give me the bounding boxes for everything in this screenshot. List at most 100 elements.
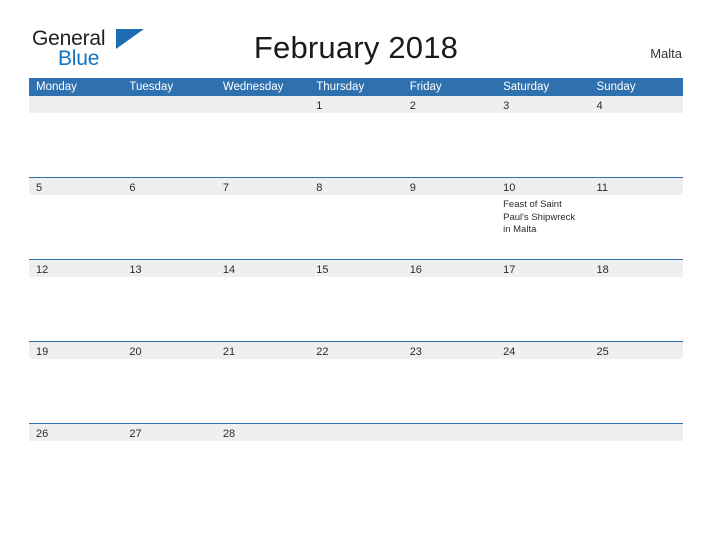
- calendar-week-row: 12 13 14 15 16 17 18: [29, 259, 683, 341]
- weekday-header-row: Monday Tuesday Wednesday Thursday Friday Satu…: [29, 78, 683, 96]
- day-number: 18: [596, 264, 609, 276]
- calendar-week-row: 1 2 3 4: [29, 96, 683, 177]
- day-cell-empty[interactable]: [309, 424, 403, 505]
- calendar-week-row: 26 27 28: [29, 423, 683, 505]
- day-number: 23: [409, 346, 422, 358]
- day-number-band: 19: [29, 342, 123, 359]
- weekday-header-saturday: Saturday: [503, 81, 550, 93]
- day-cell-6[interactable]: 6: [122, 178, 216, 259]
- day-number-band: 20: [122, 342, 216, 359]
- day-cell-empty[interactable]: [402, 424, 497, 505]
- day-number: 28: [222, 428, 236, 440]
- day-number: 11: [596, 182, 608, 194]
- day-cell-13[interactable]: 13: [122, 260, 216, 341]
- day-number: 2: [409, 100, 416, 112]
- day-cell-24[interactable]: 24: [496, 342, 590, 423]
- calendar-page: General Blue February 2018 Malta Monday T…: [0, 0, 712, 550]
- calendar-grid: Monday Tuesday Wednesday Thursday Friday Satu…: [29, 78, 683, 505]
- day-cell-2[interactable]: 2: [402, 96, 497, 177]
- day-cell-11[interactable]: 11: [589, 178, 683, 259]
- day-number-band: 13: [122, 260, 216, 277]
- day-number-band: [29, 96, 123, 113]
- day-cell-16[interactable]: 16: [402, 260, 497, 341]
- day-cell-20[interactable]: 20: [122, 342, 216, 423]
- day-cell-10[interactable]: 10 Feast of Saint Paul's Shipwreck in Mal…: [496, 178, 590, 259]
- day-number-band: 9: [402, 178, 497, 195]
- day-cell-21[interactable]: 21: [215, 342, 310, 423]
- day-number-band: 5: [29, 178, 123, 195]
- day-cell-22[interactable]: 22: [309, 342, 403, 423]
- day-cell-empty[interactable]: [122, 96, 216, 177]
- day-cell-1[interactable]: 1: [309, 96, 403, 177]
- day-events: Feast of Saint Paul's Shipwreck in Malta: [496, 195, 589, 237]
- weekday-header-thursday: Thursday: [316, 81, 365, 93]
- day-cell-8[interactable]: 8: [309, 178, 403, 259]
- weekday-header-friday: Friday: [409, 81, 442, 93]
- day-number-band: 6: [122, 178, 216, 195]
- holiday-event-label: Feast of Saint Paul's Shipwreck in Malta: [503, 199, 576, 235]
- day-number-band: 22: [309, 342, 403, 359]
- day-cell-empty[interactable]: [589, 424, 683, 505]
- day-number-band: [589, 424, 683, 441]
- day-number-band: 26: [29, 424, 123, 441]
- week-body: 19 20 21 22 23 24 25: [29, 342, 683, 423]
- day-number: 20: [129, 346, 142, 358]
- day-cell-14[interactable]: 14: [215, 260, 310, 341]
- day-cell-9[interactable]: 9: [402, 178, 497, 259]
- day-number-band: [496, 424, 590, 441]
- day-cell-4[interactable]: 4: [589, 96, 683, 177]
- day-number-band: 25: [589, 342, 683, 359]
- weekday-header-tuesday: Tuesday: [129, 81, 174, 93]
- page-title: February 2018: [253, 30, 459, 65]
- day-cell-7[interactable]: 7: [215, 178, 310, 259]
- day-cell-28[interactable]: 28: [215, 424, 310, 505]
- day-number-band: [122, 96, 216, 113]
- day-cell-empty[interactable]: [215, 96, 310, 177]
- day-number-band: 2: [402, 96, 497, 113]
- weekday-header-monday: Monday: [36, 81, 77, 93]
- day-number: 27: [129, 428, 142, 440]
- day-number: 22: [316, 346, 329, 358]
- day-number: 16: [409, 264, 422, 276]
- day-number: 10: [503, 182, 516, 194]
- day-cell-23[interactable]: 23: [402, 342, 497, 423]
- day-number-band: 17: [496, 260, 590, 277]
- day-cell-15[interactable]: 15: [309, 260, 403, 341]
- day-number-band: [215, 96, 310, 113]
- day-cell-12[interactable]: 12: [29, 260, 123, 341]
- day-number: 14: [222, 264, 236, 276]
- weekday-header-wednesday: Wednesday: [222, 81, 284, 93]
- day-number-band: 18: [589, 260, 683, 277]
- week-body: 5 6 7 8 9 10 Feast of Saint Paul's Shipwreck i…: [29, 178, 683, 259]
- day-number-band: 12: [29, 260, 123, 277]
- day-number-band: [402, 424, 497, 441]
- day-cell-5[interactable]: 5: [29, 178, 123, 259]
- day-cell-19[interactable]: 19: [29, 342, 123, 423]
- day-number-band: 1: [309, 96, 403, 113]
- weekday-header-sunday: Sunday: [596, 81, 636, 93]
- day-number: 12: [36, 264, 49, 276]
- day-number-band: 16: [402, 260, 497, 277]
- day-number-band: 4: [589, 96, 683, 113]
- day-number: 3: [503, 100, 510, 112]
- day-number-band: 10: [496, 178, 590, 195]
- day-number: 13: [129, 264, 142, 276]
- day-number: 7: [222, 182, 229, 194]
- day-number-band: 7: [215, 178, 310, 195]
- day-number: 17: [503, 264, 516, 276]
- day-cell-18[interactable]: 18: [589, 260, 683, 341]
- day-number-band: 28: [215, 424, 310, 441]
- day-cell-17[interactable]: 17: [496, 260, 590, 341]
- day-cell-26[interactable]: 26: [29, 424, 123, 505]
- day-cell-3[interactable]: 3: [496, 96, 590, 177]
- calendar-week-row: 19 20 21 22 23 24 25: [29, 341, 683, 423]
- day-cell-25[interactable]: 25: [589, 342, 683, 423]
- day-number: 21: [222, 346, 236, 358]
- day-number: 9: [409, 182, 416, 194]
- day-cell-empty[interactable]: [29, 96, 123, 177]
- day-cell-empty[interactable]: [496, 424, 590, 505]
- day-number: 1: [316, 100, 323, 112]
- day-number-band: 8: [309, 178, 403, 195]
- day-cell-27[interactable]: 27: [122, 424, 216, 505]
- week-body: 26 27 28: [29, 424, 683, 505]
